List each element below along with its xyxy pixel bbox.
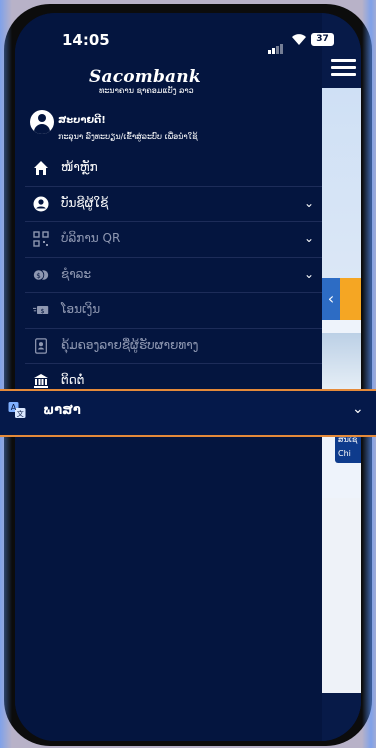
sacombank-logo: Sacombank ທະນາຄານ ຊາຄອມແບັງ ລາວ	[89, 67, 201, 95]
greeting-text: ສະບາຍດີ!	[58, 115, 106, 126]
cellular-signal-icon	[268, 35, 284, 54]
logo-brand: Sacombank	[89, 67, 201, 87]
menu-item-label: ພາສາ	[43, 403, 81, 418]
menu-item-label: ຊຳລະ	[61, 266, 92, 281]
hamburger-menu-icon[interactable]	[331, 59, 356, 77]
menu-item-contacts[interactable]: ຄຸ້ມຄອງລາຍຊື່ຜູ້ຮັບຜາຍທາງ	[25, 329, 322, 364]
menu-item-label: ໜ້າຫຼັກ	[61, 160, 98, 174]
avatar-icon	[30, 110, 54, 134]
menu-item-label: ໂອນເງິນ	[61, 302, 101, 316]
svg-text:文: 文	[17, 409, 24, 418]
background-banner	[322, 88, 361, 278]
battery-icon: 37	[311, 33, 334, 46]
menu-item-label: ຄຸ້ມຄອງລາຍຊື່ຜູ້ຮັບຜາຍທາງ	[61, 337, 199, 352]
menu-item-qr[interactable]: ບໍລິການ QR ⌄	[25, 222, 322, 258]
chevron-down-icon: ⌄	[303, 231, 314, 245]
background-photo	[322, 333, 361, 393]
background-footer	[322, 693, 361, 741]
menu-item-payment[interactable]: $ ຊຳລະ ⌄	[25, 258, 322, 293]
chevron-down-icon: ⌄	[303, 195, 314, 210]
background-chip: ສິນເຊື່ Chi	[335, 433, 361, 463]
background-lower-area	[322, 498, 361, 693]
phone-body: ‹ ສິນເຊື່ Chi Sacombank ທະນາຄານ ຊາຄອມແບັ…	[4, 4, 372, 746]
logo-subtitle: ທະນາຄານ ຊາຄອມແບັງ ລາວ	[99, 86, 194, 95]
menu-item-account[interactable]: ບັນຊີຜູ້ໃຊ້ ⌄	[25, 187, 322, 222]
menu-item-language[interactable]: A文 ພາສາ ⌄	[0, 389, 376, 437]
menu-item-label: ບໍລິການ QR	[61, 231, 121, 245]
payment-icon: $	[33, 268, 49, 281]
contacts-icon	[35, 337, 47, 354]
background-orange-block	[340, 278, 361, 320]
qr-code-icon	[33, 231, 49, 247]
transfer-icon: $	[33, 306, 49, 315]
status-time: 14:05	[62, 31, 110, 49]
svg-text:$: $	[36, 270, 41, 279]
chevron-down-icon: ⌄	[352, 401, 364, 417]
login-prompt-text[interactable]: ກະລຸນາ ລົງທະບຽນ/ເຂົ້າສູ່ລະບົບ ເພື່ອນຳໃຊ້	[58, 132, 198, 141]
carousel-prev-button[interactable]: ‹	[322, 278, 340, 320]
menu-item-transfer[interactable]: $ ໂອນເງິນ	[25, 293, 322, 329]
menu-item-label: ຕິດຕໍ່	[61, 373, 85, 387]
status-bar: 14:05 37	[15, 13, 361, 57]
wifi-icon	[292, 34, 306, 45]
screen: ‹ ສິນເຊື່ Chi Sacombank ທະນາຄານ ຊາຄອມແບັ…	[15, 13, 361, 741]
chevron-down-icon: ⌄	[303, 266, 314, 281]
screen-edge-glow-right	[362, 0, 376, 748]
drawer-menu: ໜ້າຫຼັກ ບັນຊີຜູ້ໃຊ້ ⌄ ບໍລິການ QR ⌄ $ ຊຳລ…	[15, 151, 322, 400]
svg-text:$: $	[41, 307, 45, 315]
menu-item-label: ບັນຊີຜູ້ໃຊ້	[61, 195, 109, 210]
menu-item-home[interactable]: ໜ້າຫຼັກ	[25, 151, 322, 187]
bank-icon	[34, 374, 48, 388]
home-icon	[34, 161, 48, 175]
screen-edge-glow-left	[0, 0, 12, 748]
user-header[interactable]: ສະບາຍດີ! ກະລຸນາ ລົງທະບຽນ/ເຂົ້າສູ່ລະບົບ ເ…	[30, 110, 315, 155]
side-drawer: Sacombank ທະນາຄານ ຊາຄອມແບັງ ລາວ ສະບາຍດີ!…	[15, 13, 322, 741]
translate-icon: A文	[8, 402, 26, 418]
background-chip-line2: Chi	[338, 449, 351, 458]
user-circle-icon	[33, 196, 49, 211]
device-frame: ‹ ສິນເຊື່ Chi Sacombank ທະນາຄານ ຊາຄອມແບັ…	[0, 0, 376, 748]
